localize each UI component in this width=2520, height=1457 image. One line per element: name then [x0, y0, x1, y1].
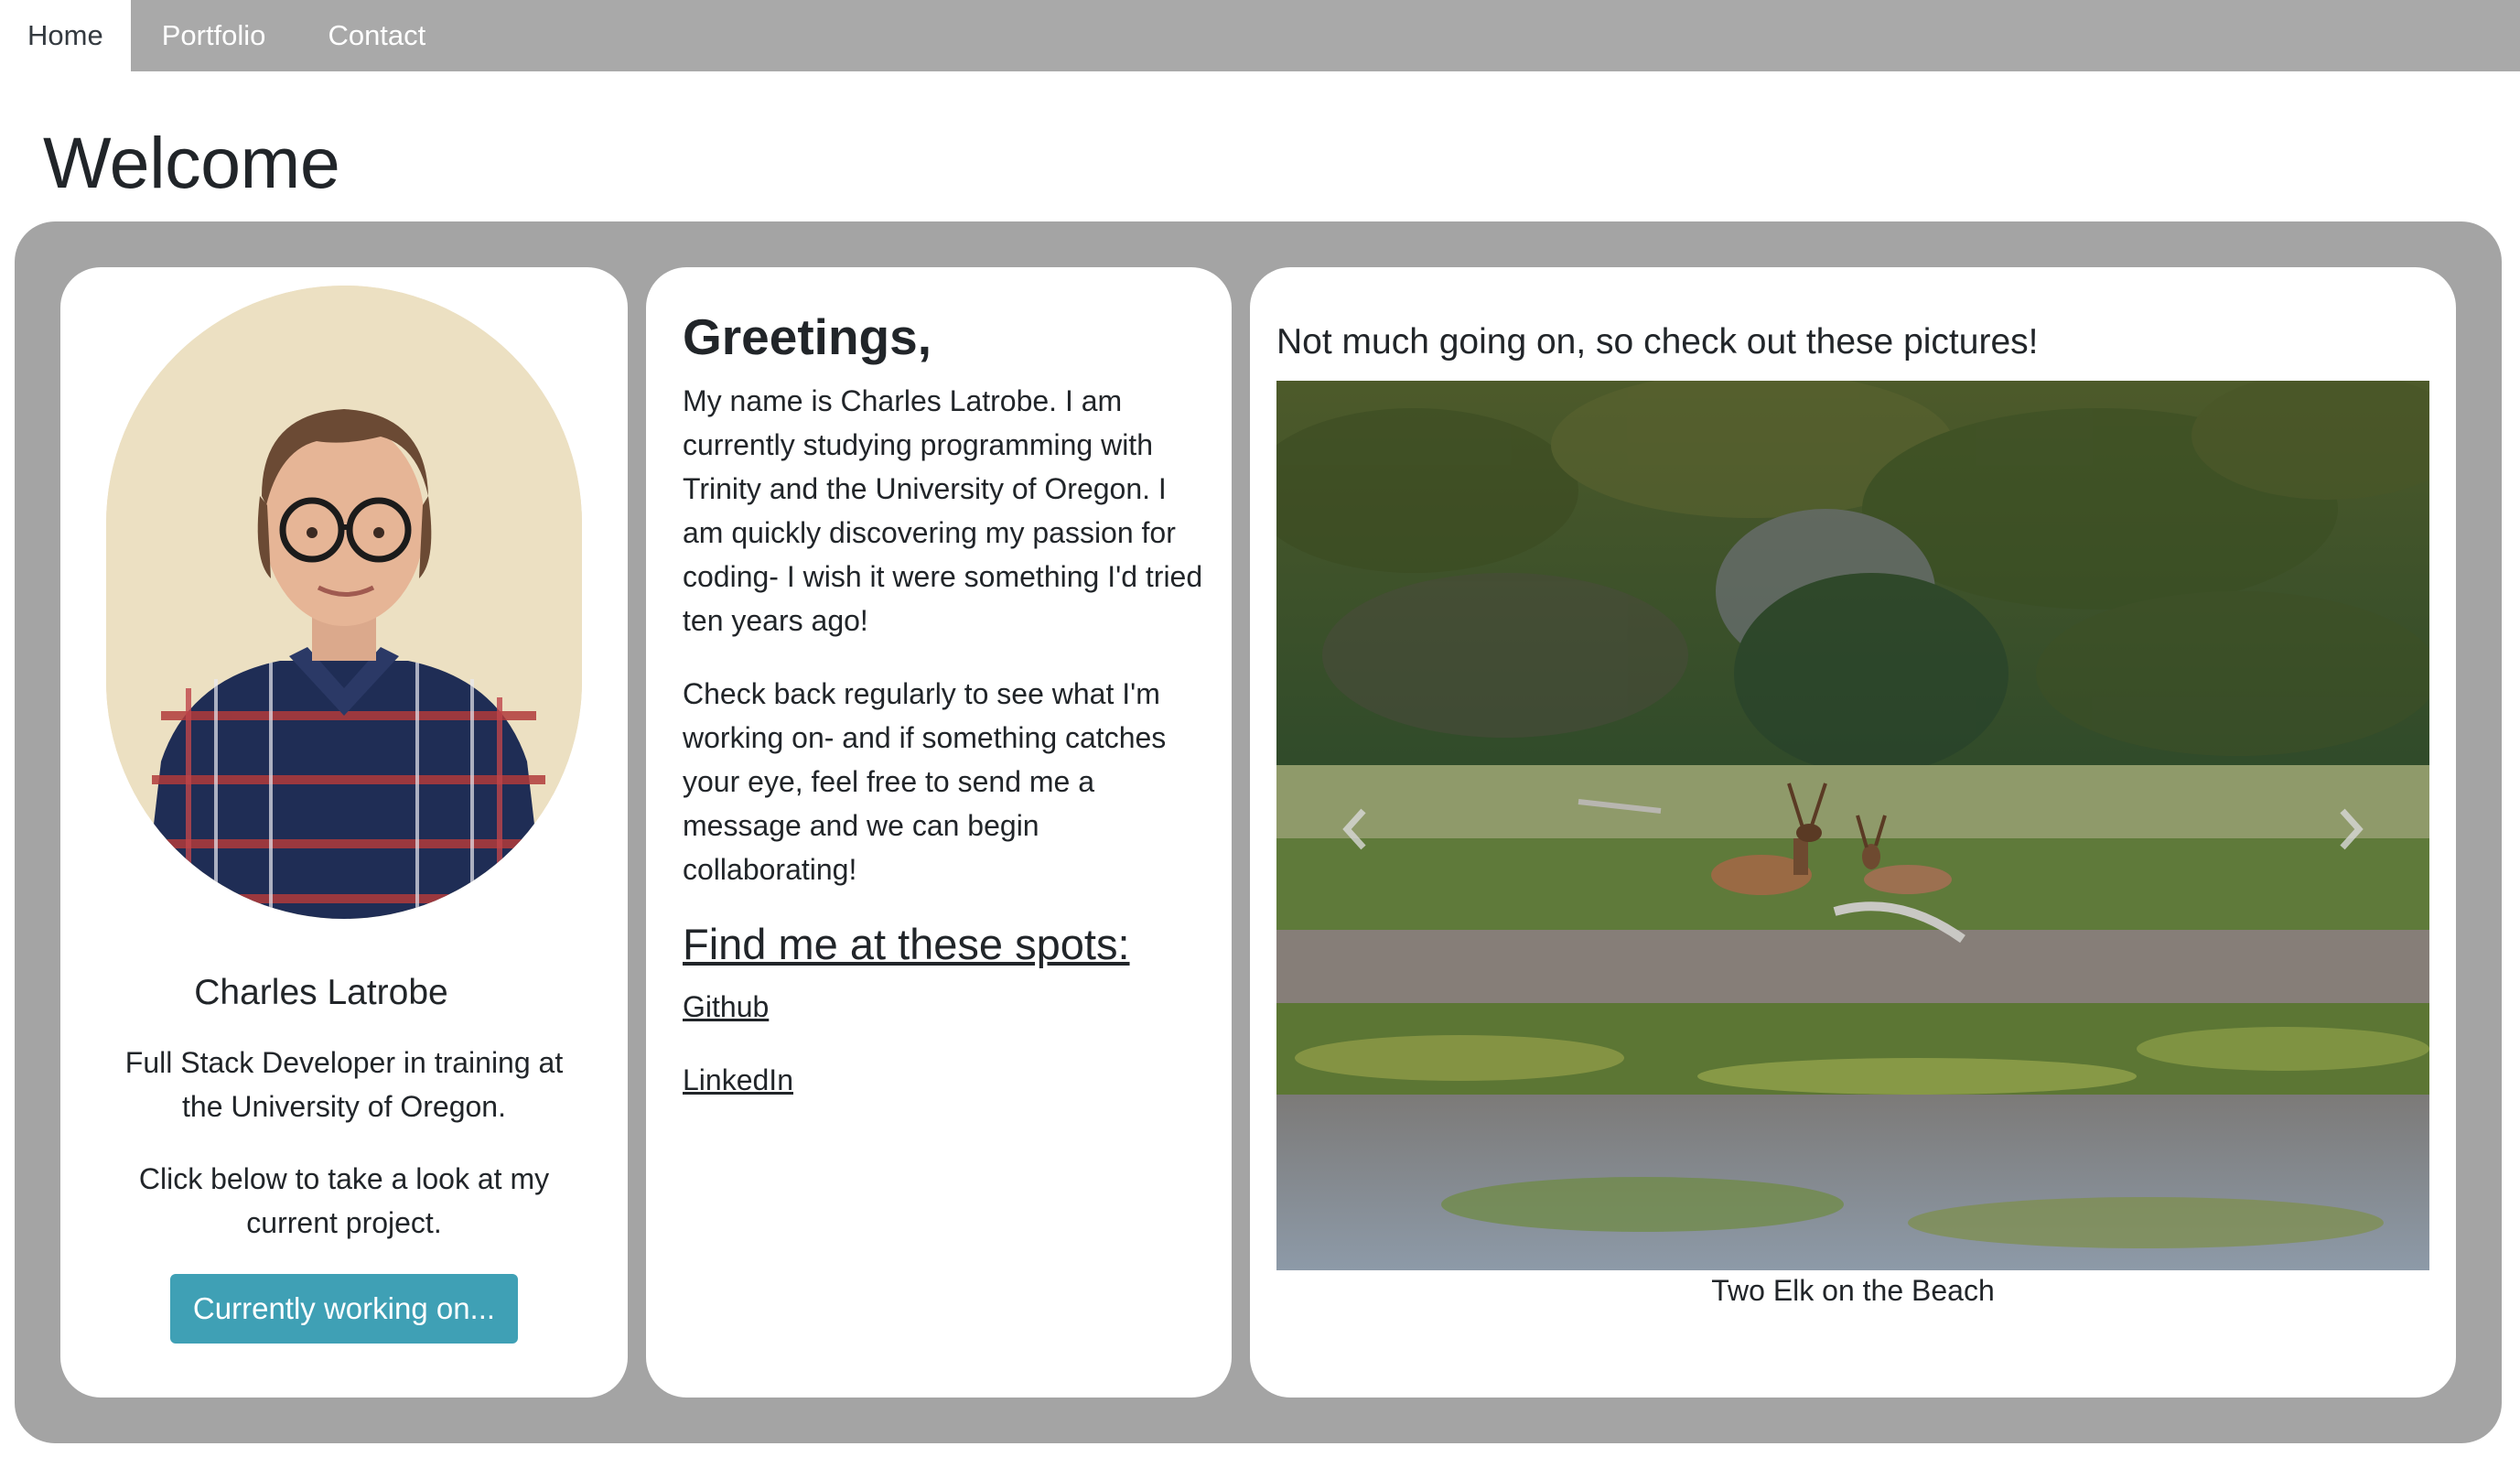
github-link[interactable]: Github [683, 990, 769, 1024]
profile-photo [106, 286, 582, 919]
find-me-title: Find me at these spots: [683, 920, 1130, 968]
carousel-image [1276, 381, 2429, 1270]
top-nav: Home Portfolio Contact [0, 0, 2520, 71]
chevron-right-icon [2338, 806, 2365, 852]
linkedin-link[interactable]: LinkedIn [683, 1063, 793, 1097]
current-project-button[interactable]: Currently working on... [170, 1274, 518, 1344]
greeting-title: Greetings, [683, 308, 932, 365]
tab-contact[interactable]: Contact [296, 0, 457, 71]
profile-role: Full Stack Developer in training at the … [124, 1046, 564, 1123]
photos-title: Not much going on, so check out these pi… [1276, 322, 2039, 362]
photo-carousel[interactable] [1276, 381, 2429, 1270]
greeting-paragraph-1: My name is Charles Latrobe. I am current… [683, 384, 1203, 637]
chevron-left-icon [1341, 806, 1368, 852]
tab-portfolio[interactable]: Portfolio [131, 0, 297, 71]
photo-caption: Two Elk on the Beach [1711, 1274, 1995, 1307]
profile-cta-text: Click below to take a look at my current… [138, 1162, 550, 1239]
page-title: Welcome [43, 122, 340, 203]
carousel-next-button[interactable] [2315, 783, 2388, 875]
carousel-prev-button[interactable] [1318, 783, 1391, 875]
profile-name: Charles Latrobe [194, 973, 448, 1012]
greeting-paragraph-2: Check back regularly to see what I'm wor… [683, 677, 1167, 886]
tab-home[interactable]: Home [0, 0, 131, 71]
